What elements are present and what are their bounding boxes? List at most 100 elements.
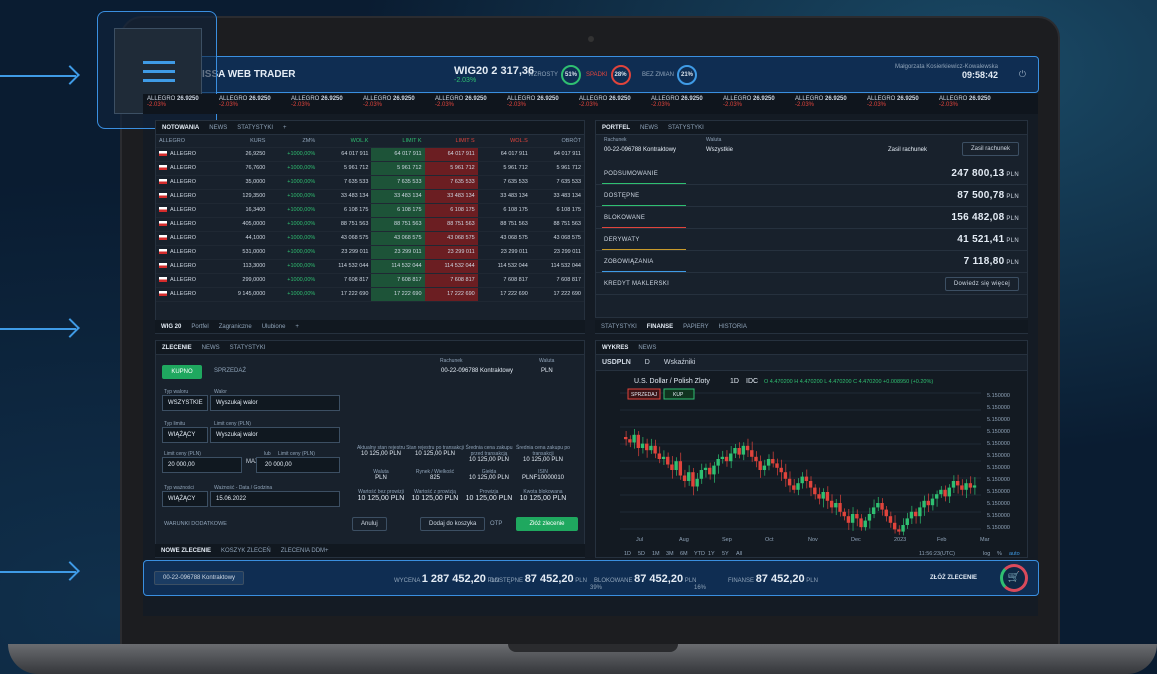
col-header[interactable]: ALLEGRO (156, 135, 220, 148)
cart-icon[interactable]: 🛒 (1000, 564, 1028, 592)
tab-order[interactable]: ZLECENIE (162, 345, 192, 351)
currency-select[interactable]: Wszystkie (706, 147, 733, 153)
limit-type-select[interactable]: WIĄŻĄCY (162, 427, 208, 443)
limit-price-input[interactable]: 20 000,00 (162, 457, 242, 473)
ticker-item[interactable]: ALLEGRO 26.9250 -2.03% (359, 94, 431, 114)
add-tab-icon[interactable]: + (295, 324, 299, 330)
validity-date[interactable]: 15.06.2022 (210, 491, 340, 507)
portfolio-row[interactable]: PODSUMOWANIE 247 800,13 PLN (596, 163, 1027, 185)
ask-cell[interactable]: 7 635 533 (424, 175, 478, 190)
tab-wig20[interactable]: WIG 20 (161, 324, 181, 330)
tab-chart[interactable]: WYKRES (602, 345, 628, 351)
tab-news[interactable]: NEWS (638, 345, 656, 351)
tab-news[interactable]: NEWS (640, 125, 658, 131)
ask-cell[interactable]: 33 483 134 (424, 189, 478, 204)
range-button[interactable]: 1M (652, 551, 660, 557)
ask-cell[interactable]: 114 532 044 (424, 259, 478, 274)
table-row[interactable]: ALLEGRO 299,0000 +1000,00% 7 608 817 7 608 8… (156, 273, 584, 288)
table-row[interactable]: ALLEGRO 16,3400 +1000,00% 6 108 175 6 108 17… (156, 203, 584, 218)
user-info[interactable]: Małgorzata Kosierkiewicz-Kowalewska 09:58… (895, 64, 998, 80)
add-tab-icon[interactable]: + (283, 125, 287, 131)
place-order-label[interactable]: ZŁÓŻ ZLECENIE (930, 575, 977, 581)
buy-toggle[interactable]: KUPNO (162, 365, 202, 379)
tab-favorites[interactable]: Ulubione (262, 324, 286, 330)
tab-quotes[interactable]: NOTOWANIA (162, 125, 199, 131)
account-select[interactable]: 00-22-096788 Kontraktowy (436, 364, 532, 380)
type-select[interactable]: WSZYSTKIE (162, 395, 208, 411)
submit-order-button[interactable]: Złóż zlecenie (516, 517, 578, 531)
fund-button[interactable]: Zasil rachunek (961, 142, 1019, 156)
tab-finanse[interactable]: FINANSE (647, 324, 673, 330)
index-widget[interactable]: WIG20 2 317,36 -2.03% (454, 65, 534, 84)
ticker-item[interactable]: ALLEGRO 26.9250 -2.03% (287, 94, 359, 114)
tab-stats[interactable]: STATYSTYKI (230, 345, 266, 351)
tab-papiery[interactable]: PAPIERY (683, 324, 708, 330)
limit-field[interactable]: Wyszukaj walor (210, 427, 340, 443)
bid-cell[interactable]: 64 017 911 (371, 147, 425, 162)
tab-stats[interactable]: STATYSTYKI (668, 125, 704, 131)
bid-cell[interactable]: 23 299 011 (371, 245, 425, 260)
portfolio-row[interactable]: ZOBOWIĄZANIA 7 118,80 PLN (596, 251, 1027, 273)
tab-statystyki[interactable]: STATYSTYKI (601, 324, 637, 330)
col-header[interactable]: LIMIT S (424, 135, 478, 148)
ticker-item[interactable]: ALLEGRO 26.9250 -2.03% (935, 94, 1007, 114)
tab-news[interactable]: NEWS (202, 345, 220, 351)
bid-cell[interactable]: 7 635 533 (371, 175, 425, 190)
ticker-item[interactable]: ALLEGRO 26.9250 -2.03% (863, 94, 935, 114)
range-button[interactable]: YTD (694, 551, 705, 557)
indicators-button[interactable]: Wskaźniki (664, 359, 696, 366)
tab-news[interactable]: NEWS (209, 125, 227, 131)
tab-cart[interactable]: KOSZYK ZLECEŃ (221, 548, 271, 554)
col-header[interactable]: ZM% (268, 135, 319, 148)
table-row[interactable]: ALLEGRO 405,0000 +1000,00% 88 751 563 88 751… (156, 217, 584, 232)
bid-cell[interactable]: 7 608 817 (371, 273, 425, 288)
ask-cell[interactable]: 23 299 011 (424, 245, 478, 260)
otp-checkbox[interactable]: OTP (490, 521, 502, 527)
ask-cell[interactable]: 5 961 712 (424, 161, 478, 176)
ask-cell[interactable]: 6 108 175 (424, 203, 478, 218)
walor-search[interactable]: Wyszukaj walor (210, 395, 340, 411)
range-button[interactable]: 1D (624, 551, 631, 557)
ask-cell[interactable]: 43 068 575 (424, 231, 478, 246)
bid-cell[interactable]: 114 532 044 (371, 259, 425, 274)
range-button[interactable]: 6M (680, 551, 688, 557)
portfolio-row[interactable]: DERYWATY 41 521,41 PLN (596, 229, 1027, 251)
ticker-item[interactable]: ALLEGRO 26.9250 -2.03% (431, 94, 503, 114)
ask-cell[interactable]: 64 017 911 (424, 147, 478, 162)
ticker-item[interactable]: ALLEGRO 26.9250 -2.03% (719, 94, 791, 114)
ask-cell[interactable]: 88 751 563 (424, 217, 478, 232)
table-row[interactable]: ALLEGRO 9 145,0000 +1000,00% 17 222 690 17 2… (156, 287, 584, 302)
range-button[interactable]: 5D (638, 551, 645, 557)
col-header[interactable]: KURS (219, 135, 269, 148)
bid-cell[interactable]: 88 751 563 (371, 217, 425, 232)
validity-select[interactable]: WIĄŻĄCY (162, 491, 208, 507)
ticker-item[interactable]: ALLEGRO 26.9250 -2.03% (791, 94, 863, 114)
additional-conditions[interactable]: WARUNKI DODATKOWE (164, 521, 227, 527)
portfolio-row[interactable]: DOSTĘPNE 87 500,78 PLN (596, 185, 1027, 207)
bottom-account-select[interactable]: 00-22-096788 Kontraktowy (154, 571, 245, 585)
bid-cell[interactable]: 17 222 690 (371, 287, 425, 302)
tab-stats[interactable]: STATYSTYKI (237, 125, 273, 131)
period-selector[interactable]: D (645, 359, 650, 366)
table-row[interactable]: ALLEGRO 35,0000 +1000,00% 7 635 533 7 635 53… (156, 175, 584, 190)
account-select[interactable]: 00-22-096788 Kontraktowy (604, 147, 676, 153)
limit-price2-input[interactable]: 20 000,00 (256, 457, 340, 473)
percent-toggle[interactable]: % (997, 551, 1002, 557)
ticker-item[interactable]: ALLEGRO 26.9250 -2.03% (503, 94, 575, 114)
ticker-item[interactable]: ALLEGRO 26.9250 -2.03% (143, 94, 215, 114)
tab-portfel[interactable]: Portfel (191, 324, 208, 330)
table-row[interactable]: ALLEGRO 129,3500 +1000,00% 33 483 134 33 483… (156, 189, 584, 204)
tab-new-order[interactable]: NOWE ZLECENIE (161, 548, 211, 554)
add-cart-button[interactable]: Dodaj do koszyka (420, 517, 486, 531)
table-row[interactable]: ALLEGRO 26,9250 +1000,00% 64 017 911 64 017 … (156, 147, 584, 162)
table-row[interactable]: ALLEGRO 44,1000 +1000,00% 43 068 575 43 068 … (156, 231, 584, 246)
ticker-item[interactable]: ALLEGRO 26.9250 -2.03% (647, 94, 719, 114)
price-chart[interactable]: 5.150000 5.150000 5.150000 5.150000 5.150000… (596, 371, 1027, 557)
log-toggle[interactable]: log (983, 551, 990, 557)
tab-historia[interactable]: HISTORIA (719, 324, 747, 330)
auto-toggle[interactable]: auto (1009, 551, 1020, 557)
symbol-search[interactable]: USDPLN (602, 359, 631, 366)
bid-cell[interactable]: 5 961 712 (371, 161, 425, 176)
col-header[interactable]: OBRÓT (530, 135, 584, 148)
col-header[interactable]: WOL.K (318, 135, 372, 148)
